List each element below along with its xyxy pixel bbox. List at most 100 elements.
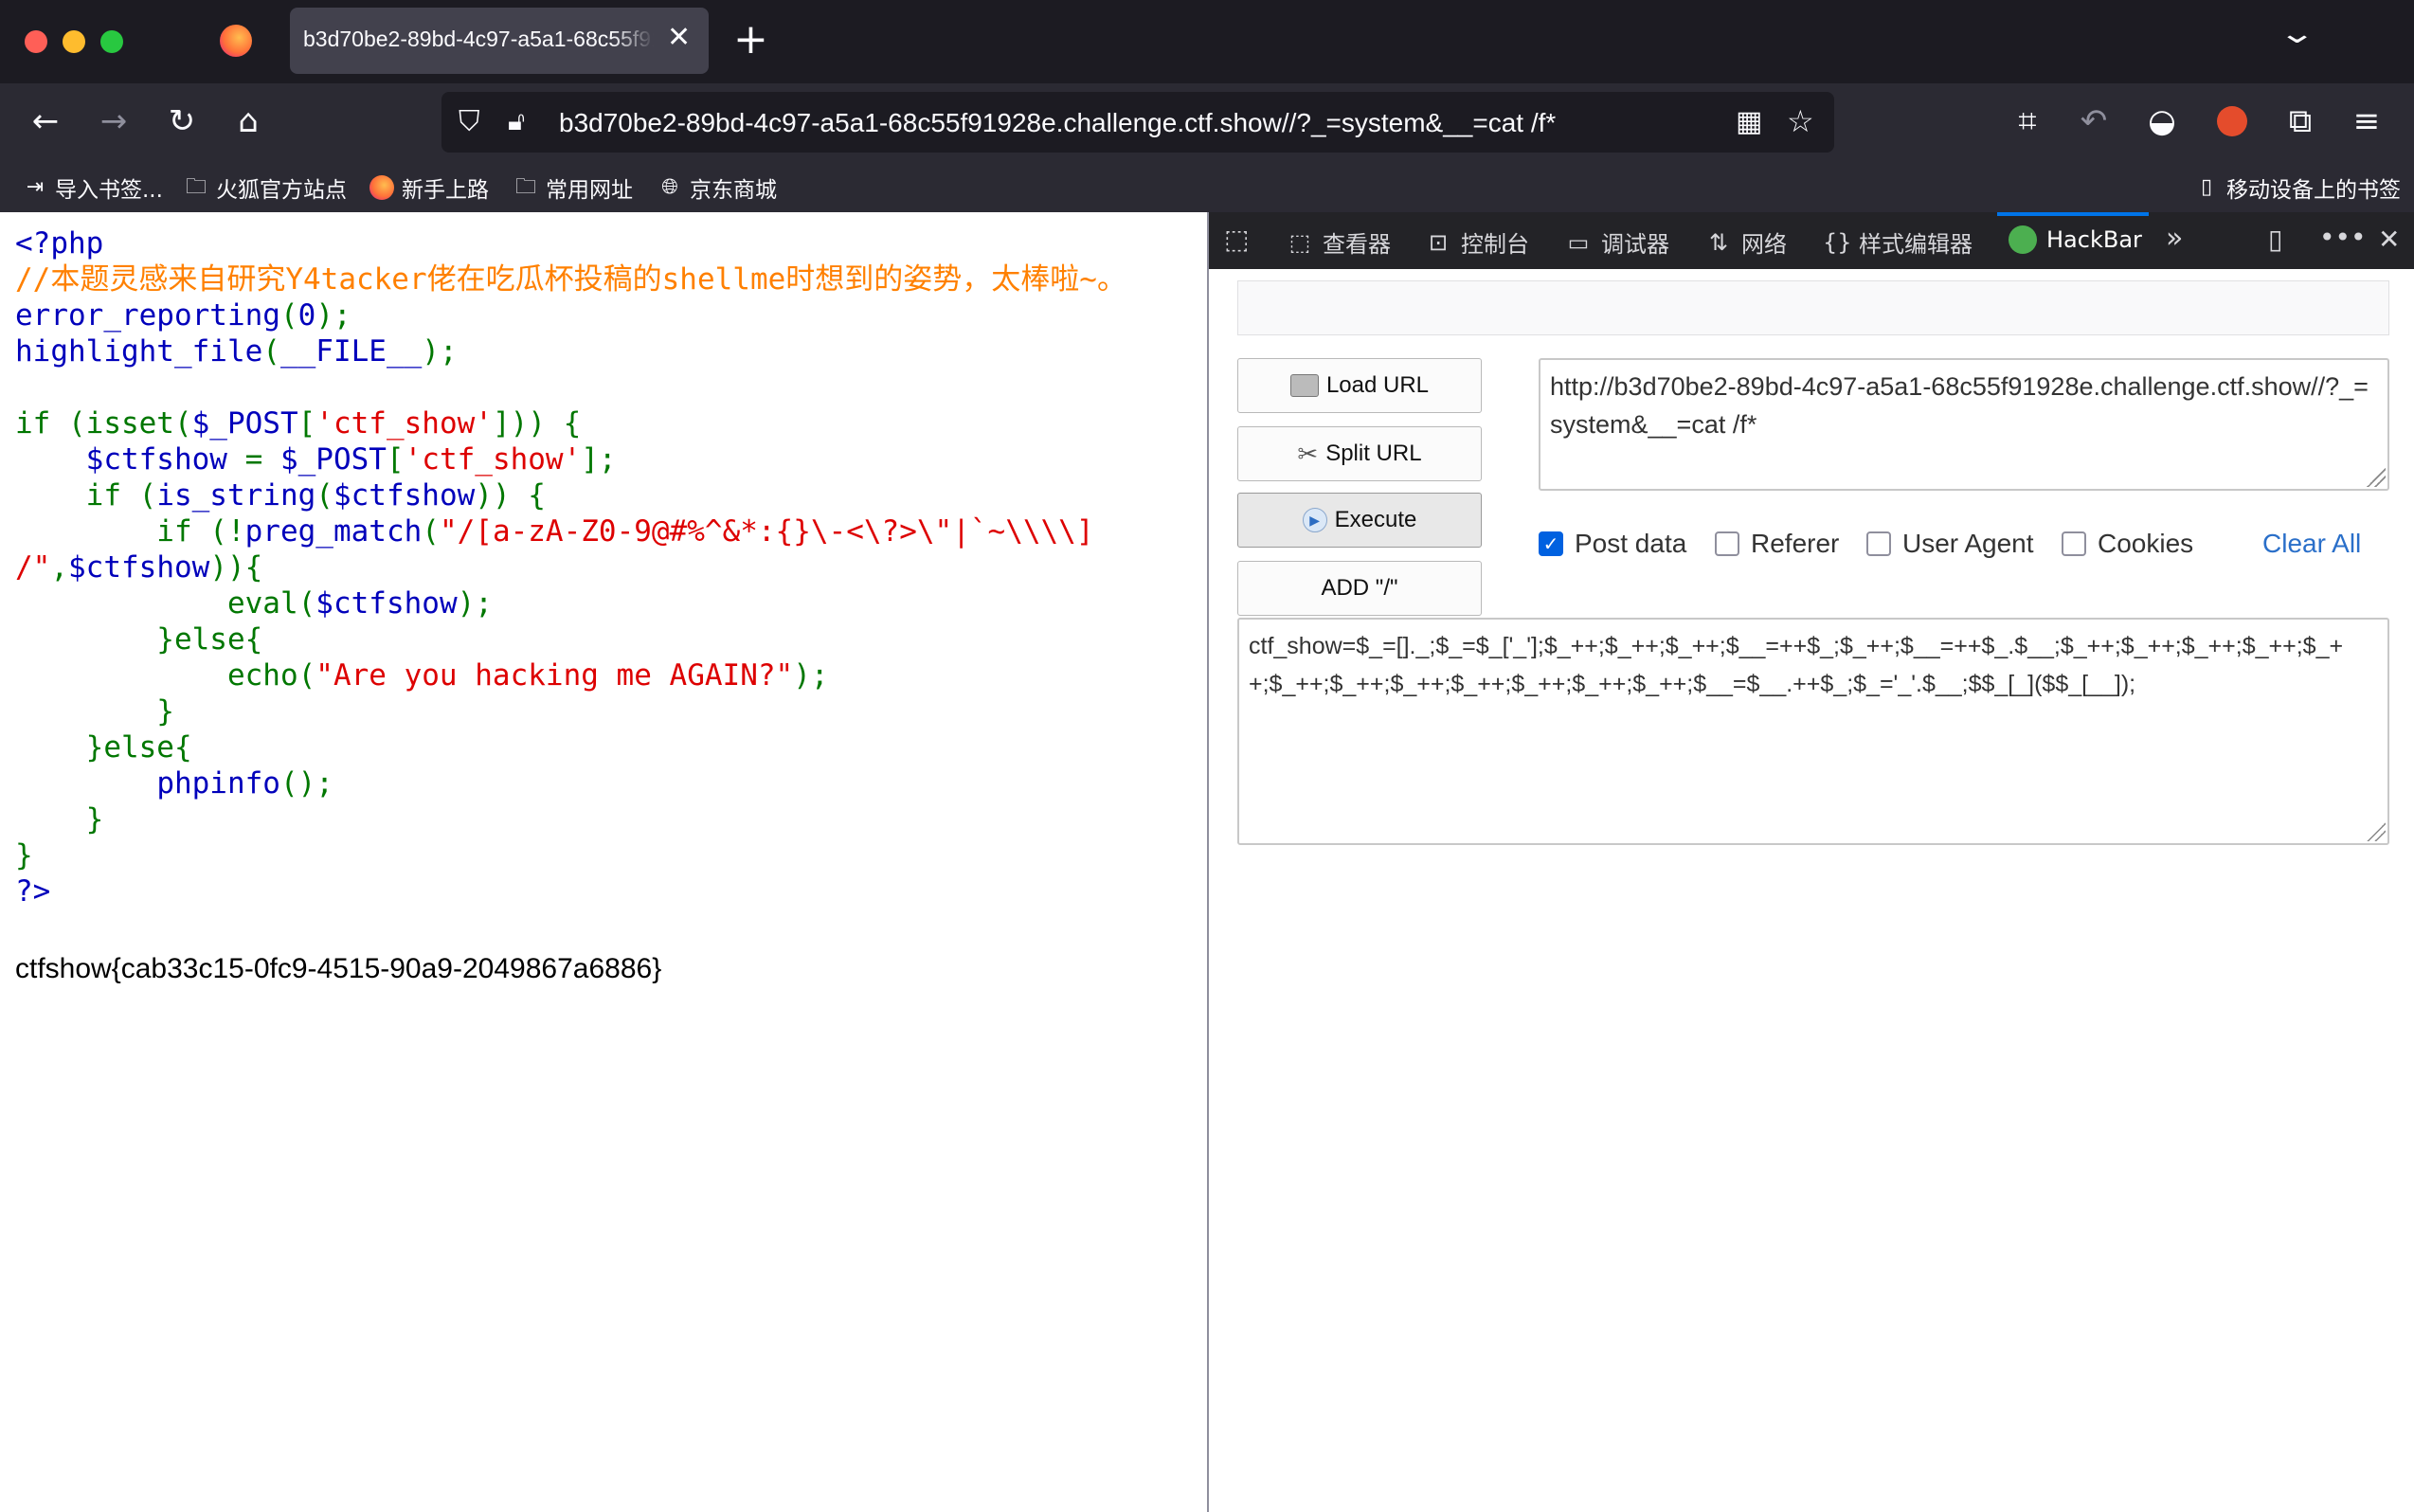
clear-all-link[interactable]: Clear All bbox=[2262, 529, 2361, 559]
home-icon[interactable]: ⌂ bbox=[227, 102, 269, 140]
undo-icon[interactable]: ↶ bbox=[2073, 102, 2115, 140]
minimize-window-button[interactable] bbox=[63, 30, 85, 53]
tab-active[interactable]: b3d70be2-89bd-4c97-a5a1-68c55f91928e ✕ bbox=[290, 8, 709, 74]
menu-icon[interactable]: ≡ bbox=[2346, 102, 2387, 140]
hat-extension-icon[interactable]: ◒ bbox=[2141, 102, 2183, 140]
post-data-input[interactable]: ctf_show=$_=[]._;$_=$_['_'];$_++;$_++;$_… bbox=[1237, 618, 2389, 845]
debugger-icon: ▭ bbox=[1567, 228, 1590, 256]
checkbox-box[interactable] bbox=[1715, 531, 1739, 556]
firefox-view-icon[interactable] bbox=[220, 25, 252, 57]
lock-icon[interactable]: 🔓︎ bbox=[508, 105, 525, 137]
globe-icon: 🌐︎ bbox=[661, 175, 678, 199]
code-token: error_reporting bbox=[15, 298, 280, 333]
extensions-icon[interactable]: ⧉ bbox=[2279, 102, 2321, 140]
code-token: [ bbox=[297, 406, 316, 441]
console-icon: ⊡ bbox=[1428, 228, 1449, 256]
code-token: ?> bbox=[15, 874, 51, 909]
bookmark-label: 常用网址 bbox=[546, 178, 633, 203]
cookies-checkbox[interactable]: Cookies bbox=[2062, 529, 2193, 559]
close-devtools-icon[interactable]: ✕ bbox=[2378, 224, 2400, 255]
tab-style-editor[interactable]: {} 样式编辑器 bbox=[1823, 225, 1973, 259]
inspector-icon: ⬚ bbox=[1288, 228, 1311, 256]
responsive-mode-icon[interactable]: ▯ bbox=[2268, 224, 2282, 255]
tab-debugger[interactable]: ▭ 调试器 bbox=[1565, 225, 1669, 259]
bookmark-import[interactable]: ⇥ 导入书签... bbox=[23, 171, 163, 204]
load-url-button[interactable]: Load URL bbox=[1237, 358, 1482, 413]
code-token: 'ctf_show' bbox=[315, 406, 493, 441]
code-line: phpinfo(); bbox=[15, 765, 333, 801]
code-line: error_reporting(0); bbox=[15, 297, 351, 333]
code-token: ])) { bbox=[492, 406, 582, 441]
url-bar[interactable]: ⛉ 🔓︎ b3d70be2-89bd-4c97-a5a1-68c55f91928… bbox=[441, 92, 1834, 153]
close-window-button[interactable] bbox=[25, 30, 47, 53]
code-token: ( bbox=[422, 514, 440, 549]
element-picker-icon[interactable]: ⬚ bbox=[1224, 224, 1249, 255]
code-line: //本题灵感来自研究Y4tacker佬在吃瓜杯投稿的shellme时想到的姿势，… bbox=[15, 261, 1126, 297]
tab-title: b3d70be2-89bd-4c97-a5a1-68c55f91928e bbox=[303, 27, 654, 51]
user-agent-checkbox[interactable]: User Agent bbox=[1866, 529, 2034, 559]
code-token: 'ctf_show' bbox=[404, 442, 582, 477]
bookmark-common-sites[interactable]: 🗀 常用网址 bbox=[513, 171, 633, 204]
code-token: echo( bbox=[15, 658, 316, 693]
back-arrow-icon[interactable]: ← bbox=[25, 102, 66, 140]
resize-handle[interactable] bbox=[2367, 468, 2386, 487]
chevron-down-icon[interactable]: ⌄ bbox=[2278, 17, 2315, 50]
post-data-checkbox[interactable]: ✓ Post data bbox=[1539, 529, 1686, 559]
hackbar-extension-icon[interactable] bbox=[2217, 106, 2247, 136]
tab-network[interactable]: ⇅ 网络 bbox=[1705, 225, 1787, 259]
qr-code-icon[interactable]: ▦ bbox=[1736, 105, 1762, 138]
devtools-toolbar: ⬚ ⬚ 查看器 ⊡ 控制台 ▭ 调试器 ⇅ 网络 {} 样式编辑器 HackBa… bbox=[1209, 212, 2414, 269]
tab-console[interactable]: ⊡ 控制台 bbox=[1425, 225, 1529, 259]
bookmark-firefox-site[interactable]: 🗀 火狐官方站点 bbox=[184, 171, 347, 204]
url-input[interactable]: http://b3d70be2-89bd-4c97-a5a1-68c55f919… bbox=[1539, 358, 2389, 491]
more-options-icon[interactable]: ••• bbox=[2319, 222, 2367, 253]
add-slash-button[interactable]: ADD "/" bbox=[1237, 561, 1482, 616]
code-line: if (!preg_match("/[a-zA-Z0-9@#%^&*:{}\-<… bbox=[15, 513, 1093, 549]
shield-icon[interactable]: ⛉ bbox=[459, 105, 480, 138]
import-icon: ⇥ bbox=[26, 175, 45, 199]
code-line: $ctfshow = $_POST['ctf_show']; bbox=[15, 441, 617, 477]
bookmarks-toolbar: ⇥ 导入书签... 🗀 火狐官方站点 新手上路 🗀 常用网址 🌐︎ 京东商城 ▯… bbox=[0, 163, 2414, 212]
more-tabs-icon[interactable]: » bbox=[2166, 222, 2183, 255]
bookmark-jd[interactable]: 🌐︎ 京东商城 bbox=[658, 171, 777, 204]
bookmark-getting-started[interactable]: 新手上路 bbox=[369, 171, 489, 204]
reload-icon[interactable]: ↻ bbox=[161, 102, 203, 140]
new-tab-button[interactable]: + bbox=[733, 17, 768, 63]
maximize-window-button[interactable] bbox=[100, 30, 123, 53]
bookmark-star-icon[interactable]: ☆ bbox=[1787, 103, 1814, 139]
checkbox-box[interactable]: ✓ bbox=[1539, 531, 1563, 556]
forward-arrow-icon[interactable]: → bbox=[93, 102, 135, 140]
referer-checkbox[interactable]: Referer bbox=[1715, 529, 1839, 559]
resize-handle[interactable] bbox=[2367, 822, 2386, 841]
screenshot-crop-icon[interactable]: ⌗ bbox=[2007, 102, 2048, 140]
checkbox-box[interactable] bbox=[1866, 531, 1891, 556]
checkbox-box[interactable] bbox=[2062, 531, 2086, 556]
hackbar-menu-bar bbox=[1237, 280, 2389, 335]
code-token: <?php bbox=[15, 226, 104, 261]
code-line: <?php bbox=[15, 225, 103, 261]
tab-close-icon[interactable]: ✕ bbox=[667, 21, 691, 54]
code-token: ); bbox=[457, 586, 493, 621]
code-token: preg_match bbox=[244, 514, 423, 549]
code-line: if (is_string($ctfshow)) { bbox=[15, 477, 546, 513]
code-token: $ctfshow bbox=[333, 478, 476, 513]
execute-button[interactable]: ▶ Execute bbox=[1237, 493, 1482, 548]
style-editor-icon: {} bbox=[1823, 228, 1852, 256]
code-token: ( bbox=[297, 586, 316, 621]
code-token: __FILE__ bbox=[279, 334, 423, 369]
url-input-value: http://b3d70be2-89bd-4c97-a5a1-68c55f919… bbox=[1550, 372, 2369, 439]
tab-inspector[interactable]: ⬚ 查看器 bbox=[1287, 225, 1391, 259]
code-token: highlight_file bbox=[15, 334, 263, 369]
code-token: ); bbox=[422, 334, 458, 369]
folder-icon: 🗀 bbox=[185, 175, 207, 199]
bookmark-mobile[interactable]: ▯ 移动设备上的书签 bbox=[2194, 171, 2401, 204]
code-line: highlight_file(__FILE__); bbox=[15, 333, 458, 369]
code-token: ( bbox=[315, 478, 333, 513]
code-token: )){ bbox=[209, 550, 263, 585]
code-token: ( bbox=[262, 334, 280, 369]
url-text[interactable]: b3d70be2-89bd-4c97-a5a1-68c55f91928e.cha… bbox=[559, 108, 1556, 138]
split-url-button[interactable]: ✂ Split URL bbox=[1237, 426, 1482, 481]
tab-hackbar[interactable]: HackBar bbox=[2009, 225, 2142, 254]
